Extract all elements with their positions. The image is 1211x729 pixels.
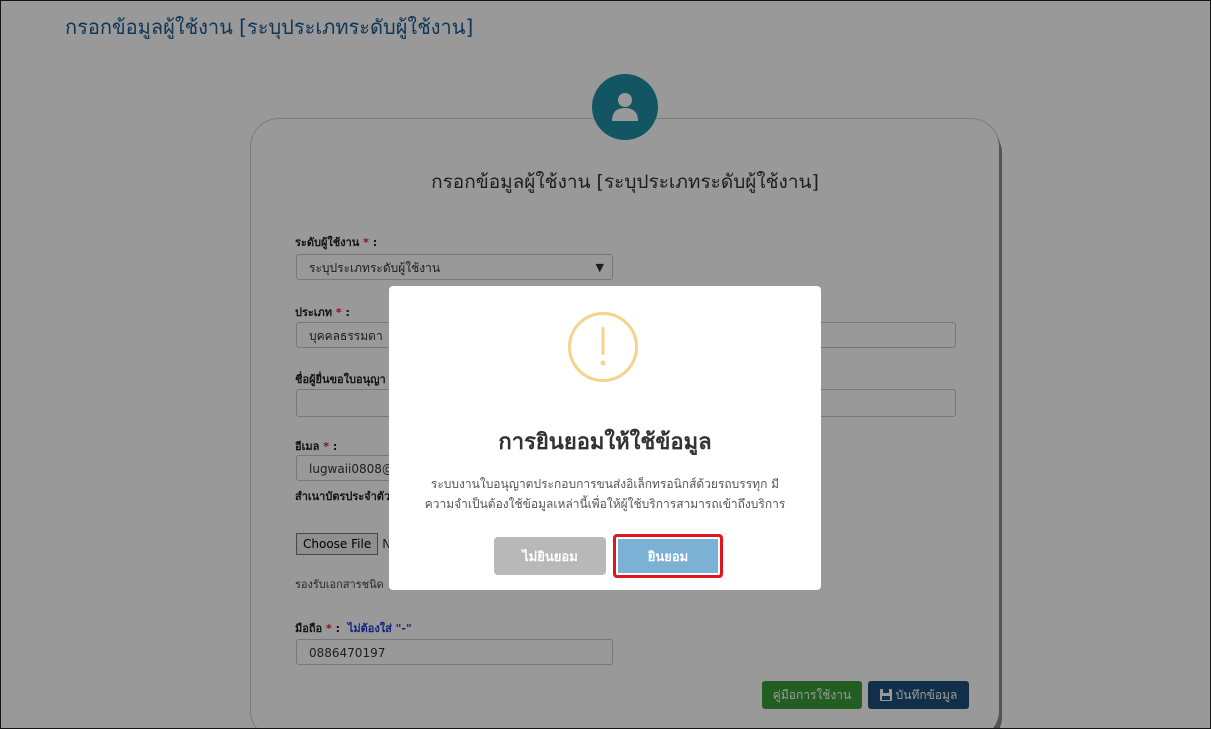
accept-button[interactable]: ยินยอม	[613, 534, 723, 578]
decline-button[interactable]: ไม่ยินยอม	[494, 537, 606, 575]
dialog-title: การยินยอมให้ใช้ข้อมูล	[498, 430, 712, 455]
consent-dialog: การยินยอมให้ใช้ข้อมูล ระบบงานใบอนุญาตประ…	[389, 286, 821, 590]
dialog-message-line-2: ความจำเป็นต้องใช้ข้อมูลเหล่านี้เพื่อให้ผ…	[424, 497, 786, 511]
warning-icon	[568, 312, 638, 382]
dialog-message: ระบบงานใบอนุญาตประกอบการขนส่งอิเล็กทรอนิ…	[409, 474, 801, 514]
dialog-message-line-1: ระบบงานใบอนุญาตประกอบการขนส่งอิเล็กทรอนิ…	[430, 477, 780, 491]
